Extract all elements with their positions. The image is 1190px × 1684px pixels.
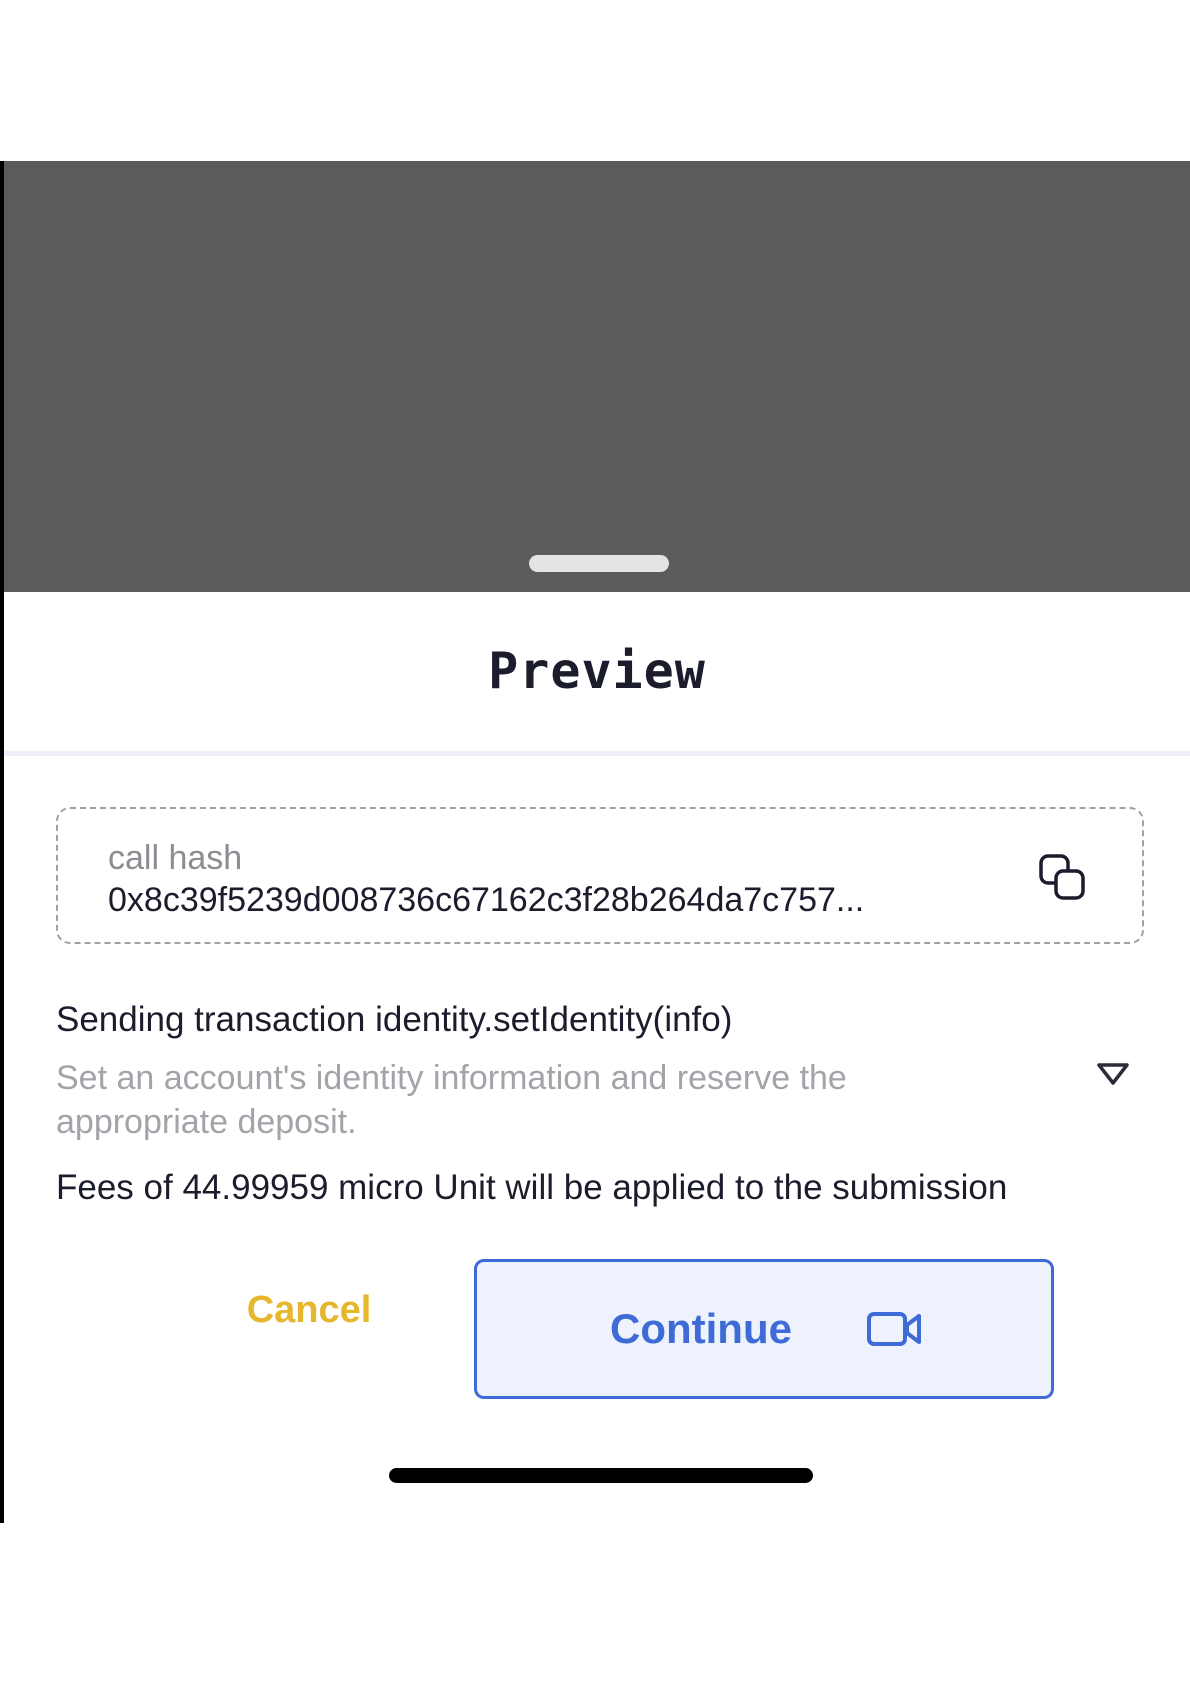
call-hash-value: 0x8c39f5239d008736c67162c3f28b264da7c757… [108, 881, 865, 919]
transaction-title: Sending transaction identity.setIdentity… [56, 1000, 733, 1039]
video-camera-icon [867, 1312, 921, 1346]
transaction-description: Set an account's identity information an… [56, 1059, 847, 1141]
copy-icon[interactable] [1038, 853, 1088, 903]
app-screen: Preview call hash 0x8c39f5239d008736c671… [0, 161, 1190, 1523]
continue-button[interactable]: Continue [474, 1259, 1054, 1399]
title-divider [4, 751, 1190, 756]
sheet-drag-handle[interactable] [529, 555, 669, 572]
sheet-title: Preview [488, 642, 706, 700]
continue-button-label: Continue [610, 1305, 792, 1352]
fees-text: Fees of 44.99959 micro Unit will be appl… [56, 1168, 1008, 1207]
call-hash-box: call hash 0x8c39f5239d008736c67162c3f28b… [56, 807, 1144, 944]
preview-sheet: Preview call hash 0x8c39f5239d008736c671… [4, 592, 1190, 1523]
cancel-button[interactable]: Cancel [179, 1240, 439, 1380]
home-indicator[interactable] [389, 1468, 813, 1483]
call-hash-label: call hash [108, 839, 243, 877]
triangle-down-icon[interactable] [1096, 1061, 1130, 1087]
dimmed-overlay[interactable] [4, 161, 1190, 592]
cancel-button-label: Cancel [246, 1288, 372, 1331]
